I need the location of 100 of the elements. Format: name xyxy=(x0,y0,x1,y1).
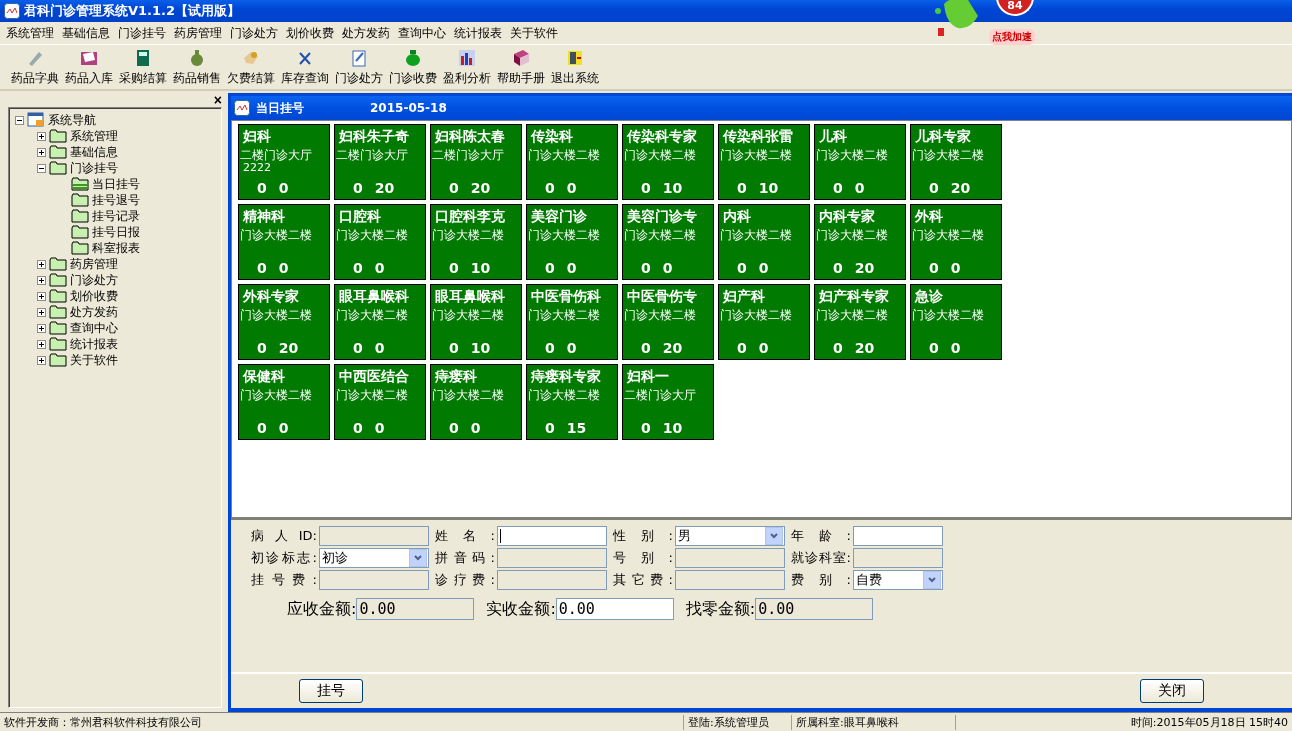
department-card[interactable]: 妇科朱子奇 二楼门诊大厅 0 20 xyxy=(334,124,426,200)
expand-toggle[interactable] xyxy=(37,275,46,285)
department-card[interactable]: 痔瘘科 门诊大楼二楼 0 0 xyxy=(430,364,522,440)
department-card[interactable]: 急诊 门诊大楼二楼 0 0 xyxy=(910,284,1002,360)
toolbar-button[interactable]: 药品入库 xyxy=(62,47,116,87)
department-card[interactable]: 妇科 二楼门诊大厅 2222 0 0 xyxy=(238,124,330,200)
child-window-title: 当日挂号 xyxy=(256,99,304,117)
tree-item[interactable]: 基础信息 xyxy=(70,143,118,161)
menu-item[interactable]: 关于软件 xyxy=(506,24,562,42)
department-card[interactable]: 眼耳鼻喉科 门诊大楼二楼 0 0 xyxy=(334,284,426,360)
tree-item[interactable]: 系统导航 xyxy=(48,111,96,129)
tree-item[interactable]: 系统管理 xyxy=(70,127,118,145)
toolbar-button[interactable]: 门诊收费 xyxy=(386,47,440,87)
toolbar-button[interactable]: 盈利分析 xyxy=(440,47,494,87)
tree-item[interactable]: 当日挂号 xyxy=(92,175,140,193)
collapse-toggle[interactable] xyxy=(37,163,46,173)
dropdown-field[interactable]: 初诊 xyxy=(319,548,429,568)
toolbar-button[interactable]: 库存查询 xyxy=(278,47,332,87)
tree-item[interactable]: 科室报表 xyxy=(92,239,140,257)
department-card[interactable]: 中医骨伤专 门诊大楼二楼 0 20 xyxy=(622,284,714,360)
window-title: 君科门诊管理系统V1.1.2【试用版】 xyxy=(24,2,241,20)
department-card[interactable]: 传染科张雷 门诊大楼二楼 0 10 xyxy=(718,124,810,200)
tree-item[interactable]: 挂号退号 xyxy=(92,191,140,209)
tree-item[interactable]: 划价收费 xyxy=(70,287,118,305)
count-text: 0 xyxy=(257,179,267,197)
toolbar-button[interactable]: 帮助手册 xyxy=(494,47,548,87)
toolbar-button[interactable]: 欠费结算 xyxy=(224,47,278,87)
menu-item[interactable]: 查询中心 xyxy=(394,24,450,42)
count-text: 0 xyxy=(449,419,459,437)
expand-toggle[interactable] xyxy=(37,259,46,269)
close-button[interactable]: × xyxy=(213,93,222,107)
expand-toggle[interactable] xyxy=(37,291,46,301)
menu-item[interactable]: 划价收费 xyxy=(282,24,338,42)
department-card[interactable]: 传染科专家 门诊大楼二楼 0 10 xyxy=(622,124,714,200)
department-card[interactable]: 内科专家 门诊大楼二楼 0 20 xyxy=(814,204,906,280)
menu-item[interactable]: 门诊处方 xyxy=(226,24,282,42)
tree-item[interactable]: 查询中心 xyxy=(70,319,118,337)
department-card[interactable]: 中医骨伤科 门诊大楼二楼 0 0 xyxy=(526,284,618,360)
close-button[interactable]: 关闭 xyxy=(1140,679,1204,703)
amount-label: 应收金额: xyxy=(287,598,357,620)
department-card[interactable]: 保健科 门诊大楼二楼 0 0 xyxy=(238,364,330,440)
toolbar-button[interactable]: 采购结算 xyxy=(116,47,170,87)
input-field[interactable] xyxy=(853,526,943,546)
menu-item[interactable]: 统计报表 xyxy=(450,24,506,42)
count-text: 20 xyxy=(374,179,395,197)
department-card[interactable]: 儿科专家 门诊大楼二楼 0 20 xyxy=(910,124,1002,200)
toolbar-button[interactable]: 药品字典 xyxy=(8,47,62,87)
input-field[interactable] xyxy=(497,526,607,546)
tree-item[interactable]: 门诊处方 xyxy=(70,271,118,289)
department-card[interactable]: 精神科 门诊大楼二楼 0 0 xyxy=(238,204,330,280)
department-card[interactable]: 传染科 门诊大楼二楼 0 0 xyxy=(526,124,618,200)
tree-item[interactable]: 关于软件 xyxy=(70,351,118,369)
register-button[interactable]: 挂号 xyxy=(299,679,363,703)
dropdown-field[interactable]: 自费 xyxy=(853,570,943,590)
expand-toggle[interactable] xyxy=(37,323,46,333)
expand-toggle[interactable] xyxy=(37,355,46,365)
menu-item[interactable]: 处方发药 xyxy=(338,24,394,42)
toolbar-button[interactable]: 门诊处方 xyxy=(332,47,386,87)
amount-field[interactable]: 0.00 xyxy=(555,598,674,620)
department-location: 门诊大楼二楼 xyxy=(912,149,985,162)
menu-item[interactable]: 基础信息 xyxy=(58,24,114,42)
tree-item[interactable]: 挂号日报 xyxy=(92,223,140,241)
menu-item[interactable]: 系统管理 xyxy=(2,24,58,42)
status-text: 软件开发商：常州君科软件科技有限公司 xyxy=(0,714,684,730)
field-label: 挂号费: xyxy=(251,571,317,589)
toolbar-button[interactable]: 药品销售 xyxy=(170,47,224,87)
speed-up-link[interactable]: 点我加速 xyxy=(989,29,1035,45)
department-card[interactable]: 内科 门诊大楼二楼 0 0 xyxy=(718,204,810,280)
toolbar-button[interactable]: 退出系统 xyxy=(548,47,602,87)
department-card[interactable]: 妇科一 二楼门诊大厅 0 10 xyxy=(622,364,714,440)
department-name: 眼耳鼻喉科 xyxy=(339,287,410,305)
department-card[interactable]: 口腔科 门诊大楼二楼 0 0 xyxy=(334,204,426,280)
department-card[interactable]: 美容门诊专 门诊大楼二楼 0 0 xyxy=(622,204,714,280)
tree-item[interactable]: 统计报表 xyxy=(70,335,118,353)
department-card[interactable]: 妇产科 门诊大楼二楼 0 0 xyxy=(718,284,810,360)
department-card[interactable]: 痔瘘科专家 门诊大楼二楼 0 15 xyxy=(526,364,618,440)
department-card[interactable]: 外科专家 门诊大楼二楼 0 20 xyxy=(238,284,330,360)
department-card[interactable]: 妇科陈太春 二楼门诊大厅 0 20 xyxy=(430,124,522,200)
department-card[interactable]: 儿科 门诊大楼二楼 0 0 xyxy=(814,124,906,200)
department-name: 妇产科 xyxy=(723,287,766,305)
department-card[interactable]: 美容门诊 门诊大楼二楼 0 0 xyxy=(526,204,618,280)
department-card[interactable]: 外科 门诊大楼二楼 0 0 xyxy=(910,204,1002,280)
department-card[interactable]: 妇产科专家 门诊大楼二楼 0 20 xyxy=(814,284,906,360)
tree-item[interactable]: 药房管理 xyxy=(70,255,118,273)
department-card[interactable]: 眼耳鼻喉科 门诊大楼二楼 0 10 xyxy=(430,284,522,360)
menu-item[interactable]: 药房管理 xyxy=(170,24,226,42)
department-card[interactable]: 中西医结合 门诊大楼二楼 0 0 xyxy=(334,364,426,440)
menu-item[interactable]: 门诊挂号 xyxy=(114,24,170,42)
tree-item[interactable]: 门诊挂号 xyxy=(70,159,118,177)
collapse-toggle[interactable] xyxy=(15,115,24,125)
tree-item[interactable]: 处方发药 xyxy=(70,303,118,321)
expand-toggle[interactable] xyxy=(37,147,46,157)
expand-toggle[interactable] xyxy=(37,339,46,349)
tree-item[interactable]: 挂号记录 xyxy=(92,207,140,225)
book-icon xyxy=(511,48,531,68)
expand-toggle[interactable] xyxy=(37,307,46,317)
department-card[interactable]: 口腔科李克 门诊大楼二楼 0 10 xyxy=(430,204,522,280)
dropdown-field[interactable]: 男 xyxy=(675,526,785,546)
department-location: 二楼门诊大厅 xyxy=(240,149,313,162)
expand-toggle[interactable] xyxy=(37,131,46,141)
